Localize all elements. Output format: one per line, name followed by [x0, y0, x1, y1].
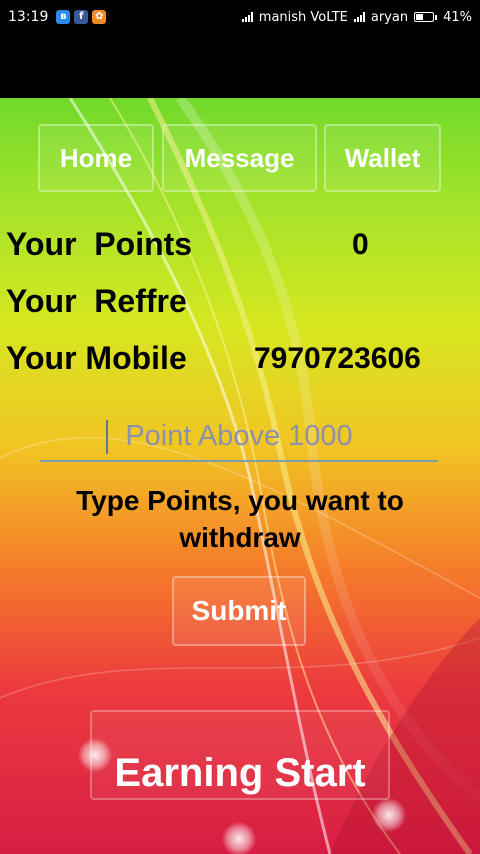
points-label: Your Points: [6, 226, 193, 262]
signal-icon-2: [353, 12, 365, 22]
signal-icon: [241, 12, 253, 22]
app-notification-icon: ✿: [92, 10, 107, 24]
action-bar-spacer: [0, 34, 480, 98]
app-screen: Home Message Wallet Your Points 0 Your R…: [0, 98, 480, 854]
bluetooth-icon: ʙ: [56, 10, 71, 24]
earning-start-button[interactable]: Earning Start: [90, 710, 390, 800]
status-bar: 13:19 ʙ f ✿ manish VoLTE aryan 41%: [0, 0, 480, 34]
glow-orb: [372, 798, 406, 832]
status-time: 13:19: [8, 9, 49, 25]
message-button[interactable]: Message: [162, 124, 317, 192]
glow-orb: [78, 738, 112, 772]
battery-icon: [414, 12, 438, 22]
home-button[interactable]: Home: [38, 124, 154, 192]
facebook-icon: f: [74, 10, 89, 24]
mobile-label: Your Mobile: [6, 340, 187, 376]
carrier-2: aryan: [370, 9, 409, 25]
withdraw-hint: Type Points, you want to withdraw: [76, 485, 404, 553]
mobile-value: 7970723606: [254, 342, 421, 375]
submit-button[interactable]: Submit: [172, 576, 306, 646]
battery-percent: 41%: [443, 9, 472, 25]
text-caret: [106, 420, 108, 454]
points-value: 0: [352, 228, 369, 261]
carrier-1: manish VoLTE: [258, 9, 348, 25]
glow-orb: [222, 822, 256, 854]
status-right: manish VoLTE aryan 41%: [241, 9, 472, 25]
points-input[interactable]: [40, 412, 438, 462]
referral-label: Your Reffre: [6, 283, 187, 319]
wallet-button[interactable]: Wallet: [324, 124, 441, 192]
